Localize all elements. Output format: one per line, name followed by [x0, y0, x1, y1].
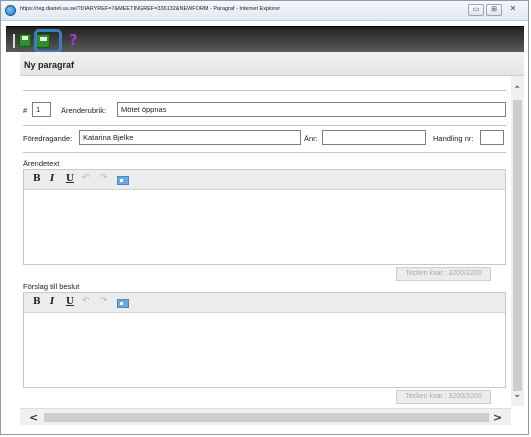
scroll-right-icon[interactable]: > [493, 411, 502, 424]
browser-window: https://reg.diariet.uu.se/?DIARYREF=7&ME… [0, 0, 529, 435]
subject-field[interactable]: Mötet öppnas [117, 102, 506, 117]
insert-image-icon[interactable] [117, 299, 129, 308]
undo-icon[interactable]: ↶ [82, 173, 90, 183]
undo-icon[interactable]: ↶ [82, 296, 90, 306]
window-title: https://reg.diariet.uu.se/?DIARYREF=7&ME… [20, 6, 281, 12]
italic-button[interactable]: I [50, 297, 54, 307]
case-text-area[interactable] [24, 191, 505, 264]
redo-icon[interactable]: ↷ [100, 173, 108, 183]
editor-toolbar: B I U ↶ ↷ [24, 170, 505, 190]
scroll-up-icon[interactable]: ⌃ [513, 86, 521, 96]
decision-label: Förslag till beslut [23, 282, 80, 291]
vertical-scroll-thumb[interactable] [513, 100, 522, 391]
maximize-button[interactable]: ⊞ [486, 4, 502, 16]
internet-explorer-icon [5, 5, 16, 16]
help-icon[interactable]: ? [69, 31, 78, 49]
case-text-editor: B I U ↶ ↷ [23, 169, 506, 265]
bold-button[interactable]: B [33, 297, 41, 307]
form-toolbar: ? [6, 26, 524, 53]
divider [23, 152, 506, 153]
presenter-label: Föredragande: [23, 134, 73, 143]
decision-text-area[interactable] [24, 314, 505, 387]
decision-editor: B I U ↶ ↷ [23, 292, 506, 388]
window-controls: ▭ ⊞ ✕ [468, 4, 522, 16]
case-text-char-counter: Tecken kvar : 3200/3200 [396, 267, 491, 281]
decision-char-counter: Tecken kvar : 3200/3200 [396, 390, 491, 404]
document-number-field[interactable] [480, 130, 504, 145]
save-icon[interactable] [19, 34, 31, 47]
anr-label: Änr: [304, 134, 318, 143]
form-content: # 1 Ärenderubrik: Mötet öppnas Föredraga… [20, 76, 511, 408]
scroll-left-icon[interactable]: < [29, 411, 38, 424]
minimize-button[interactable]: ▭ [468, 4, 484, 16]
insert-image-icon[interactable] [117, 176, 129, 185]
case-text-label: Ärendetext [23, 159, 60, 168]
number-label: # [23, 106, 28, 115]
vertical-scrollbar[interactable]: ⌃ ⌄ [511, 76, 524, 406]
subject-label: Ärenderubrik: [61, 106, 107, 115]
bold-button[interactable]: B [33, 174, 41, 184]
horizontal-scroll-thumb[interactable] [44, 413, 489, 422]
anr-field[interactable] [322, 130, 426, 145]
document-number-label: Handling nr: [433, 134, 474, 143]
highlight-box [34, 29, 62, 53]
divider [23, 125, 506, 126]
redo-icon[interactable]: ↷ [100, 296, 108, 306]
close-window-button[interactable]: ✕ [504, 4, 522, 16]
presenter-field[interactable]: Katarina Bjelke [79, 130, 301, 145]
number-field[interactable]: 1 [32, 102, 51, 117]
toolbar-separator [13, 34, 15, 48]
form-title-bar: Ny paragraf [20, 52, 524, 76]
underline-button[interactable]: U [66, 174, 74, 184]
horizontal-scrollbar[interactable]: < > [20, 408, 511, 425]
editor-toolbar: B I U ↶ ↷ [24, 293, 505, 313]
italic-button[interactable]: I [50, 174, 54, 184]
page-title: Ny paragraf [24, 60, 75, 70]
underline-button[interactable]: U [66, 297, 74, 307]
scroll-down-icon[interactable]: ⌄ [513, 390, 521, 400]
window-titlebar: https://reg.diariet.uu.se/?DIARYREF=7&ME… [1, 1, 528, 21]
divider [23, 90, 506, 91]
